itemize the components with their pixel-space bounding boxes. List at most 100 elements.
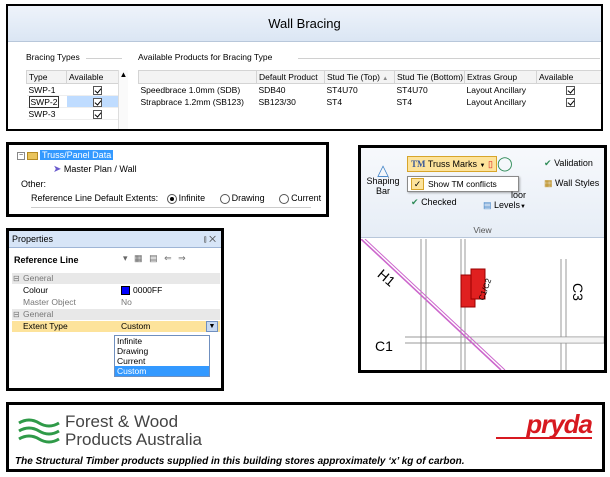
categorized-icon[interactable]: ▦ — [134, 253, 145, 263]
category-label: General — [23, 273, 54, 283]
forward-icon[interactable]: ⇒ — [178, 253, 188, 263]
available-checkbox[interactable] — [537, 84, 602, 96]
table-row[interactable]: Strapbrace 1.2mm (SB123) SB123/30 ST4 ST… — [139, 96, 602, 108]
column-header-blank — [138, 70, 257, 84]
globe-icon[interactable]: ◯ — [497, 156, 513, 170]
column-header-stud-tie-top[interactable]: Stud Tie (Top) ▲ — [324, 70, 395, 84]
column-header-available[interactable]: Available — [66, 70, 126, 84]
type-cell[interactable]: SWP-2 — [26, 95, 67, 108]
tree-item-label[interactable]: Master Plan / Wall — [64, 164, 137, 174]
extras-group[interactable]: Layout Ancillary — [465, 84, 537, 96]
levels-button[interactable]: ▤ Levels▼ — [483, 200, 526, 212]
chevron-down-icon: ▼ — [520, 204, 526, 210]
tree-item-master-plan[interactable]: ➤ Master Plan / Wall — [53, 164, 137, 175]
extent-type-dropdown: Infinite Drawing Current Custom — [114, 335, 210, 377]
product-name[interactable]: Strapbrace 1.2mm (SB123) — [139, 96, 257, 108]
floor-button[interactable]: loor — [511, 190, 526, 200]
ribbon: △ Shaping Bar TM Truss Marks ▼ ▯ ◯ ✓ Sho… — [361, 148, 604, 238]
shaping-bar-button[interactable]: △ Shaping Bar — [363, 163, 403, 196]
category-general[interactable]: ⊟ General — [12, 273, 220, 284]
tree-item-truss-panel-data[interactable]: − Truss/Panel Data — [17, 150, 114, 160]
extras-group[interactable]: Layout Ancillary — [465, 96, 537, 108]
available-checkbox[interactable] — [66, 83, 126, 96]
drawing-canvas[interactable]: H1 C3 C1 C1/C2 — [361, 239, 604, 370]
check-icon: ✔ — [411, 197, 419, 207]
default-product[interactable]: SDB40 — [257, 84, 325, 96]
types-scrollbar[interactable]: ▲ — [118, 70, 128, 129]
type-value[interactable]: SWP-2 — [28, 95, 60, 108]
dropdown-option[interactable]: Current — [115, 356, 209, 366]
radio-label[interactable]: Current — [291, 193, 321, 203]
dropdown-option[interactable]: Infinite — [115, 336, 209, 346]
radio-drawing[interactable] — [219, 193, 230, 204]
truss-marks-button[interactable]: TM Truss Marks ▼ ▯ — [407, 156, 497, 172]
checkbox-icon[interactable] — [565, 97, 575, 107]
category-general[interactable]: ⊟ General — [12, 309, 220, 320]
show-tm-conflicts-menu-item[interactable]: ✓ Show TM conflicts — [407, 176, 519, 192]
type-cell[interactable]: SWP-1 — [26, 83, 67, 96]
object-selector[interactable]: Reference Line — [12, 253, 112, 267]
radio-current[interactable] — [279, 193, 290, 204]
stud-tie-bottom[interactable]: ST4U70 — [395, 84, 465, 96]
pryda-logo: pryda — [526, 409, 593, 439]
tree-item-label[interactable]: Truss/Panel Data — [40, 150, 114, 160]
collapse-icon[interactable]: − — [17, 151, 25, 160]
property-extent-type[interactable]: Extent Type Custom ▼ — [12, 321, 220, 332]
table-row[interactable]: SWP-2 — [26, 95, 126, 108]
collapse-icon[interactable]: ⊟ — [13, 273, 20, 284]
wall-styles-label: Wall Styles — [555, 178, 600, 188]
checkbox-icon[interactable] — [565, 85, 575, 95]
extents-row: Reference Line Default Extents: Infinite… — [31, 193, 321, 204]
truss-marks-icon: TM — [411, 159, 426, 169]
available-checkbox[interactable] — [537, 96, 602, 108]
checkbox-icon[interactable] — [92, 85, 102, 95]
back-icon[interactable]: ⇐ — [164, 253, 174, 263]
table-row[interactable]: SWP-3 — [26, 107, 126, 120]
checkbox-icon[interactable] — [92, 109, 102, 119]
property-value[interactable]: 0000FF — [121, 285, 162, 296]
dropdown-icon[interactable]: ▾ — [123, 253, 130, 263]
properties-header: Properties ⫾ ✕ — [9, 231, 221, 248]
stud-tie-top[interactable]: ST4U70 — [325, 84, 395, 96]
hatched-wall — [470, 336, 604, 344]
dropdown-option[interactable]: Custom — [115, 366, 209, 376]
checked-button[interactable]: ✔ Checked — [411, 197, 457, 207]
table-row[interactable]: Speedbrace 1.0mm (SDB) SDB40 ST4U70 ST4U… — [139, 84, 602, 96]
radio-infinite[interactable] — [166, 193, 177, 204]
available-checkbox[interactable] — [66, 95, 126, 108]
radio-label[interactable]: Infinite — [179, 193, 206, 203]
product-name[interactable]: Speedbrace 1.0mm (SDB) — [139, 84, 257, 96]
ribbon-drawing-panel: △ Shaping Bar TM Truss Marks ▼ ▯ ◯ ✓ Sho… — [358, 145, 607, 373]
wall-styles-button[interactable]: ▦ Wall Styles — [544, 178, 599, 188]
extents-label: Reference Line Default Extents: — [31, 193, 159, 203]
validation-button[interactable]: ✔ Validation — [544, 158, 593, 168]
property-master-object[interactable]: Master Object No — [12, 297, 220, 308]
column-header-available[interactable]: Available — [536, 70, 601, 84]
pin-close-icon[interactable]: ⫾ ✕ — [204, 231, 216, 247]
column-header-default-product[interactable]: Default Product — [256, 70, 325, 84]
other-label: Other: — [21, 179, 47, 189]
stud-tie-top[interactable]: ST4 — [325, 96, 395, 108]
default-product[interactable]: SB123/30 — [257, 96, 325, 108]
collapse-icon[interactable]: ⊟ — [13, 309, 20, 320]
eraser-icon[interactable]: ▯ — [488, 159, 493, 169]
checkbox-icon[interactable] — [92, 97, 102, 107]
floor-label: loor — [511, 190, 527, 200]
available-products-label: Available Products for Bracing Type — [138, 52, 273, 62]
property-key: Colour — [23, 285, 49, 295]
radio-label[interactable]: Drawing — [232, 193, 265, 203]
property-colour[interactable]: Colour 0000FF — [12, 285, 220, 296]
type-cell[interactable]: SWP-3 — [26, 107, 67, 120]
stud-tie-bottom[interactable]: ST4 — [395, 96, 465, 108]
chevron-down-icon[interactable]: ▼ — [480, 163, 486, 169]
scroll-up-icon[interactable]: ▲ — [119, 70, 128, 79]
table-row[interactable]: SWP-1 — [26, 83, 126, 96]
column-header-extras-group[interactable]: Extras Group — [464, 70, 537, 84]
dropdown-option[interactable]: Drawing — [115, 346, 209, 356]
column-header-stud-tie-bottom[interactable]: Stud Tie (Bottom) — [394, 70, 465, 84]
chevron-down-icon[interactable]: ▼ — [206, 321, 218, 332]
available-checkbox[interactable] — [66, 107, 126, 120]
alphabetical-icon[interactable]: ▤ — [149, 253, 160, 263]
column-header-type[interactable]: Type — [26, 70, 67, 84]
property-value[interactable]: Custom — [121, 321, 150, 332]
